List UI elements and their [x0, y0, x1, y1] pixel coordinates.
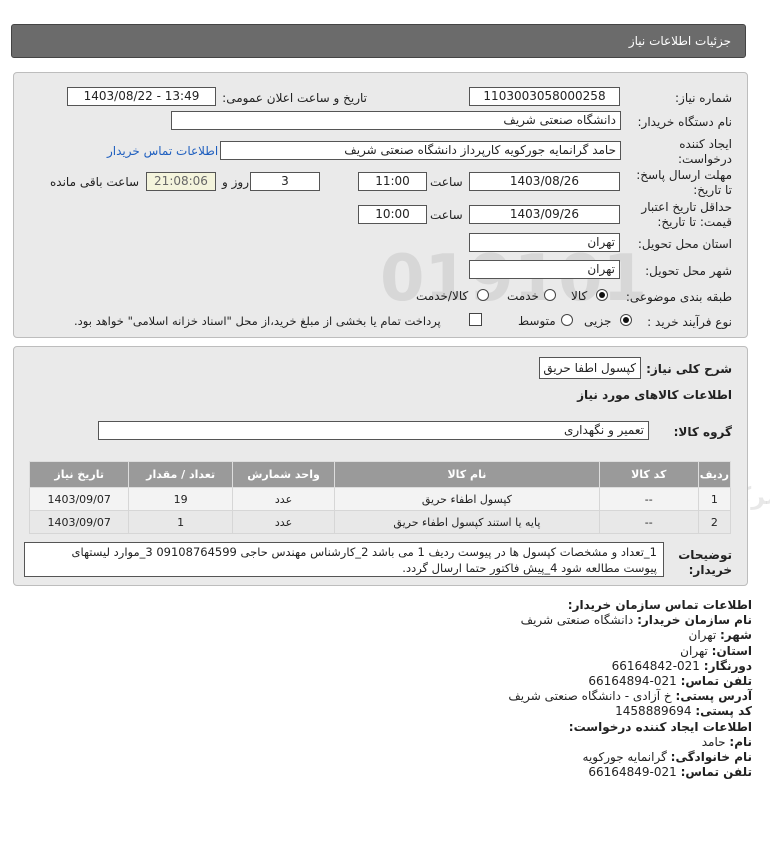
validity-label-2: قیمت: تا تاریخ:: [657, 215, 732, 229]
group-label: گروه کالا:: [673, 425, 732, 439]
notes-box: 1_تعداد و مشخصات کپسول ها در پیوست ردیف …: [24, 542, 664, 577]
need-number-field: 1103003058000258: [469, 87, 620, 106]
notes-label-2: خریدار:: [688, 563, 732, 577]
page-title: جزئیات اطلاعات نیاز: [628, 34, 731, 48]
deadline-label-1: مهلت ارسال پاسخ:: [636, 168, 732, 182]
table-row: 2 -- پایه یا استند کپسول اطفاء حریق عدد …: [28, 510, 732, 534]
process-label: نوع فرآیند خرید :: [647, 315, 732, 329]
table-row: 1 -- کپسول اطفاء حریق عدد 19 1403/09/07: [28, 487, 732, 511]
notes-line-2: پیوست مطالعه شود 4_پیش فاکتور حتما ارسال…: [402, 561, 657, 575]
deadline-date-field: 1403/08/26: [469, 172, 620, 191]
validity-time-field: 10:00: [358, 205, 427, 224]
deadline-time-field: 11:00: [358, 172, 427, 191]
contact-city-row: شهر: تهران: [688, 628, 752, 643]
contact-fax-row: دورنگار: 021-66164842: [611, 658, 752, 673]
items-table-header: ردیف کد کالا نام کالا واحد شمارش تعداد /…: [28, 461, 732, 488]
page-header: جزئیات اطلاعات نیاز: [11, 24, 746, 58]
creator-family-value: گرانمایه جورکویه: [582, 750, 667, 765]
creator-label-2: درخواست:: [678, 152, 732, 166]
creator-family-row: نام خانوادگی: گرانمایه جورکویه: [582, 750, 752, 765]
category-option-service: خدمت: [507, 289, 539, 303]
contact-title: اطلاعات تماس سازمان خریدار:: [567, 598, 752, 612]
creator-name-row: نام: حامد: [701, 734, 752, 749]
col-header-qty: تعداد / مقدار: [128, 461, 233, 488]
validity-label-1: حداقل تاریخ اعتبار: [641, 200, 732, 214]
creator-name-value: حامد: [701, 734, 726, 749]
contact-org-row: نام سازمان خریدار: دانشگاه صنعتی شریف: [520, 613, 752, 628]
deadline-time-label: ساعت: [430, 175, 463, 189]
col-header-date: تاریخ نیاز: [28, 461, 130, 488]
process-radio-minor[interactable]: [620, 314, 632, 326]
remaining-label: ساعت باقی مانده: [50, 175, 140, 189]
summary-label: شرح کلی نیاز:: [646, 362, 732, 376]
validity-date-field: 1403/09/26: [469, 205, 620, 224]
row-date: 1403/09/07: [28, 510, 130, 534]
contact-city-value: تهران: [688, 628, 717, 643]
deadline-label-2: تا تاریخ:: [693, 183, 732, 197]
contact-section: اطلاعات تماس سازمان خریدار: نام سازمان خ…: [252, 598, 752, 780]
row-index: 1: [697, 487, 732, 511]
validity-time-label: ساعت: [430, 208, 463, 222]
category-radio-goods-service[interactable]: [477, 289, 489, 301]
category-radio-service[interactable]: [544, 289, 556, 301]
process-option-medium: متوسط: [518, 314, 556, 328]
row-date: 1403/09/07: [28, 487, 130, 511]
creator-label-1: ایجاد کننده: [679, 137, 732, 151]
col-header-name: نام کالا: [334, 461, 600, 488]
contact-org-value: دانشگاه صنعتی شریف: [520, 613, 634, 628]
creator-field: حامد گرانمایه جورکویه کارپرداز دانشگاه ص…: [220, 141, 621, 160]
contact-province-row: استان: تهران: [680, 643, 752, 658]
buyer-contact-link[interactable]: اطلاعات تماس خریدار: [107, 144, 218, 158]
group-field: تعمیر و نگهداری: [98, 421, 649, 440]
row-unit: عدد: [231, 510, 336, 534]
row-qty: 19: [128, 487, 233, 511]
goods-info-title: اطلاعات کالاهای مورد نیاز: [577, 388, 732, 402]
creator-info-title: اطلاعات ایجاد کننده درخواست:: [568, 719, 752, 734]
contact-phone-value: 021-66164894: [588, 674, 677, 689]
notes-label-1: توضیحات: [678, 548, 732, 562]
category-radio-goods[interactable]: [596, 289, 608, 301]
row-unit: عدد: [231, 487, 336, 511]
announce-label: تاریخ و ساعت اعلان عمومی:: [222, 91, 367, 105]
contact-address-value: خ آزادی - دانشگاه صنعتی شریف: [508, 689, 672, 704]
buyer-org-label: نام دستگاه خریدار:: [637, 115, 733, 129]
notes-line-1: 1_تعداد و مشخصات کپسول ها در پیوست ردیف …: [71, 545, 657, 559]
process-option-minor: جزیی: [584, 314, 612, 328]
row-index: 2: [697, 510, 732, 534]
col-header-row: ردیف: [697, 461, 732, 488]
days-label: روز و: [222, 175, 249, 189]
treasury-payment-note: پرداخت تمام یا بخشی از مبلغ خرید،از محل …: [74, 314, 441, 328]
announce-field: 1403/08/22 - 13:49: [67, 87, 216, 106]
contact-phone-row: تلفن تماس: 021-66164894: [588, 674, 752, 689]
treasury-payment-checkbox[interactable]: [469, 313, 482, 326]
category-option-goods-service: کالا/خدمت: [416, 289, 469, 303]
items-table: ردیف کد کالا نام کالا واحد شمارش تعداد /…: [28, 461, 732, 534]
buyer-org-field: دانشگاه صنعتی شریف: [171, 111, 621, 130]
creator-phone-row: تلفن تماس: 021-66164849: [588, 765, 752, 780]
row-qty: 1: [128, 510, 233, 534]
remaining-time-field: 21:08:06: [146, 172, 216, 191]
province-field: تهران: [469, 233, 620, 252]
category-option-goods: کالا: [571, 289, 588, 303]
city-label: شهر محل تحویل:: [645, 264, 732, 278]
contact-postal-value: 1458889694: [615, 704, 692, 719]
contact-fax-value: 021-66164842: [611, 658, 700, 673]
col-header-code: کد کالا: [598, 461, 699, 488]
process-radio-medium[interactable]: [561, 314, 573, 326]
city-field: تهران: [469, 260, 620, 279]
province-label: استان محل تحویل:: [637, 237, 732, 251]
days-field: 3: [250, 172, 320, 191]
contact-postal-row: کد پستی: 1458889694: [615, 704, 752, 719]
summary-field: کپسول اطفا حریق: [539, 357, 641, 379]
creator-phone-value: 021-66164849: [588, 765, 677, 780]
contact-address-row: آدرس پستی: خ آزادی - دانشگاه صنعتی شریف: [508, 689, 752, 704]
row-code: --: [598, 510, 699, 534]
need-number-label: شماره نیاز:: [675, 91, 732, 105]
col-header-unit: واحد شمارش: [231, 461, 336, 488]
row-name: کپسول اطفاء حریق: [334, 487, 600, 511]
contact-province-value: تهران: [680, 643, 708, 658]
row-code: --: [598, 487, 699, 511]
row-name: پایه یا استند کپسول اطفاء حریق: [334, 510, 600, 534]
category-label: طبقه بندی موضوعی:: [625, 290, 732, 304]
